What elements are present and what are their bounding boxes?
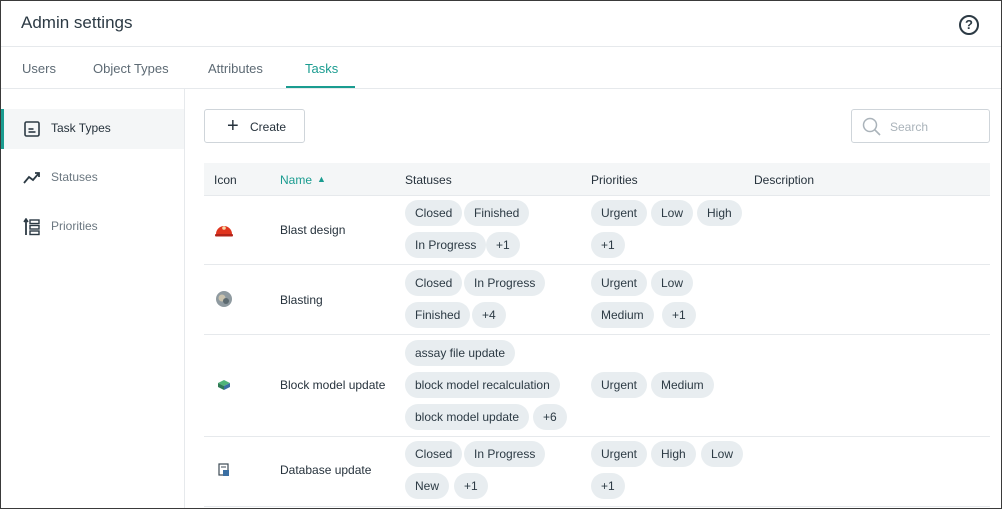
status-more-chip[interactable]: +1 <box>454 473 488 499</box>
page-title: Admin settings <box>21 13 133 32</box>
column-header-statuses: Statuses <box>405 173 452 187</box>
red-helmet-icon <box>215 226 233 237</box>
priority-chip: Medium <box>591 302 654 328</box>
create-button-label: Create <box>250 120 287 134</box>
search-icon <box>862 117 881 136</box>
priority-more-chip[interactable]: +1 <box>591 232 625 258</box>
help-icon[interactable]: ? <box>959 15 979 35</box>
sidebar-item-label: Statuses <box>51 170 98 184</box>
app-window: Admin settings ? Users Object Types Attr… <box>0 0 1002 509</box>
page-header: Admin settings ? <box>1 1 1001 47</box>
column-header-description: Description <box>754 173 815 187</box>
status-chip: block model update <box>405 404 530 430</box>
tab-object-types[interactable]: Object Types <box>93 61 169 76</box>
tab-users[interactable]: Users <box>22 61 56 76</box>
active-tab-indicator <box>286 86 355 88</box>
sidebar-item-label: Priorities <box>51 219 98 233</box>
status-chip: In Progress <box>405 232 487 258</box>
sidebar-item-label: Task Types <box>51 121 111 135</box>
status-chip: In Progress <box>464 270 546 296</box>
priority-more-chip[interactable]: +1 <box>591 473 625 499</box>
task-type-name: Block model update <box>280 378 386 392</box>
column-header-name[interactable]: Name ▲ <box>280 173 326 187</box>
tab-attributes[interactable]: Attributes <box>208 61 263 76</box>
status-chip: In Progress <box>464 441 546 467</box>
create-button[interactable]: + Create <box>204 109 305 143</box>
priority-chip: Urgent <box>591 441 648 467</box>
column-header-icon: Icon <box>214 173 237 187</box>
block-model-icon <box>218 380 230 390</box>
priority-chip: Urgent <box>591 200 648 226</box>
status-chip: block model recalculation <box>405 372 560 398</box>
task-type-name: Blasting <box>280 293 323 307</box>
tab-tasks[interactable]: Tasks <box>305 61 338 76</box>
status-more-chip[interactable]: +4 <box>472 302 506 328</box>
table-row[interactable]: Database update Closed In Progress New +… <box>204 438 990 507</box>
priority-chip: Urgent <box>591 270 648 296</box>
status-chip: assay file update <box>405 340 516 366</box>
status-chip: Closed <box>405 200 463 226</box>
status-chip: Closed <box>405 270 463 296</box>
priority-chip: Low <box>651 200 694 226</box>
priority-chip: Medium <box>651 372 714 398</box>
priority-chip: Low <box>651 270 694 296</box>
search-input[interactable] <box>890 118 982 136</box>
priority-more-chip[interactable]: +1 <box>662 302 696 328</box>
status-chip: Finished <box>464 200 530 226</box>
table-row[interactable]: Block model update assay file update blo… <box>204 336 990 437</box>
status-more-chip[interactable]: +1 <box>486 232 520 258</box>
trend-icon <box>23 172 40 184</box>
priority-chip: Urgent <box>591 372 648 398</box>
priority-list-icon <box>23 218 40 236</box>
blasting-icon <box>216 291 232 307</box>
status-more-chip[interactable]: +6 <box>533 404 567 430</box>
priority-chip: High <box>651 441 696 467</box>
column-header-name-label: Name <box>280 173 313 187</box>
priority-chip: High <box>697 200 742 226</box>
task-type-name: Blast design <box>280 223 346 237</box>
status-chip: Finished <box>405 302 471 328</box>
plus-icon: + <box>227 115 239 137</box>
sort-ascending-icon: ▲ <box>317 174 326 184</box>
database-icon <box>218 463 229 476</box>
sidebar-item-task-types[interactable]: Task Types <box>1 109 184 149</box>
sidebar-item-statuses[interactable]: Statuses <box>1 158 184 198</box>
table-header: Icon Name ▲ Statuses Priorities Descripti… <box>204 163 990 196</box>
table-row[interactable]: Blast design Closed Finished In Progress… <box>204 196 990 265</box>
search-box <box>851 109 990 143</box>
table-row[interactable]: Blasting Closed In Progress Finished +4 … <box>204 266 990 335</box>
active-indicator <box>1 109 4 149</box>
column-header-priorities: Priorities <box>591 173 638 187</box>
status-chip: New <box>405 473 450 499</box>
priority-chip: Low <box>701 441 744 467</box>
task-type-name: Database update <box>280 463 372 477</box>
status-chip: Closed <box>405 441 463 467</box>
task-type-icon <box>24 121 40 137</box>
tab-bar: Users Object Types Attributes Tasks <box>1 47 1001 89</box>
sidebar-item-priorities[interactable]: Priorities <box>1 207 184 247</box>
sidebar: Task Types Statuses Priorities <box>1 89 185 508</box>
